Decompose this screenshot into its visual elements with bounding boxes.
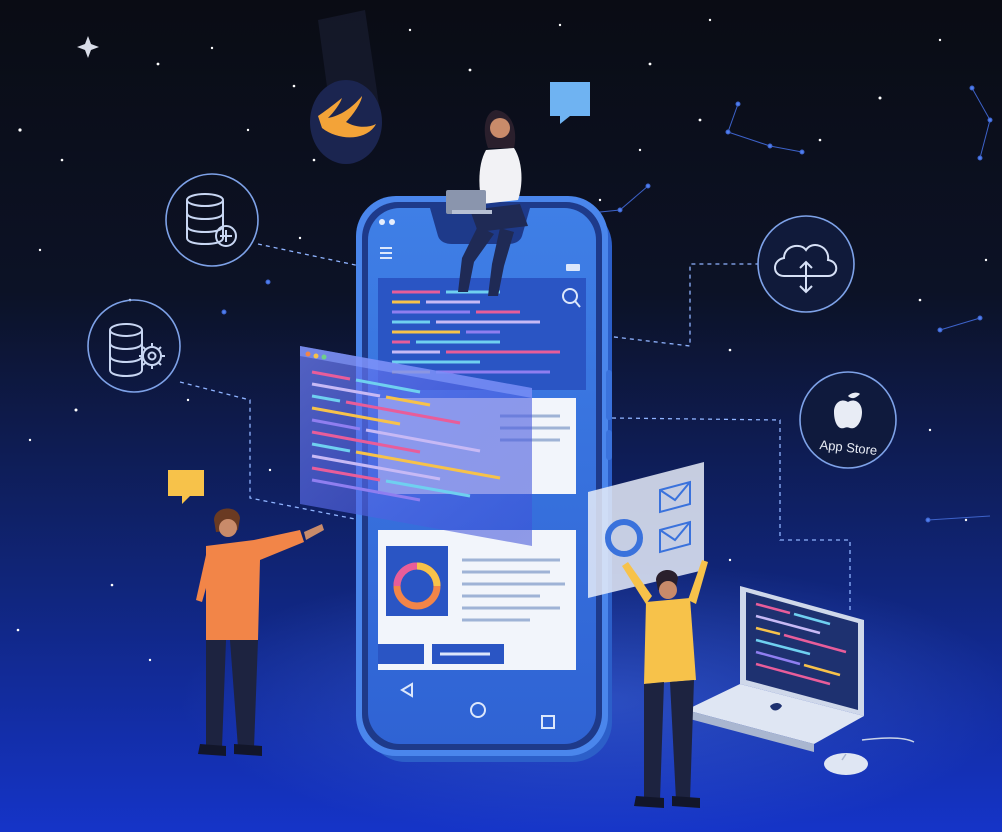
- illustration-scene: App Store: [0, 0, 1002, 832]
- database-settings-icon: [87, 299, 181, 393]
- swift-icon: [310, 10, 382, 164]
- scene-svg: App Store: [16, 10, 1002, 832]
- chat-bubble-icon: [550, 82, 590, 124]
- yellow-chat-bubble-icon: [168, 470, 204, 504]
- sparkle: [77, 36, 99, 58]
- database-icon: [165, 173, 259, 267]
- cloud-upload-icon: [757, 215, 855, 313]
- app-store-badge: App Store: [799, 371, 897, 469]
